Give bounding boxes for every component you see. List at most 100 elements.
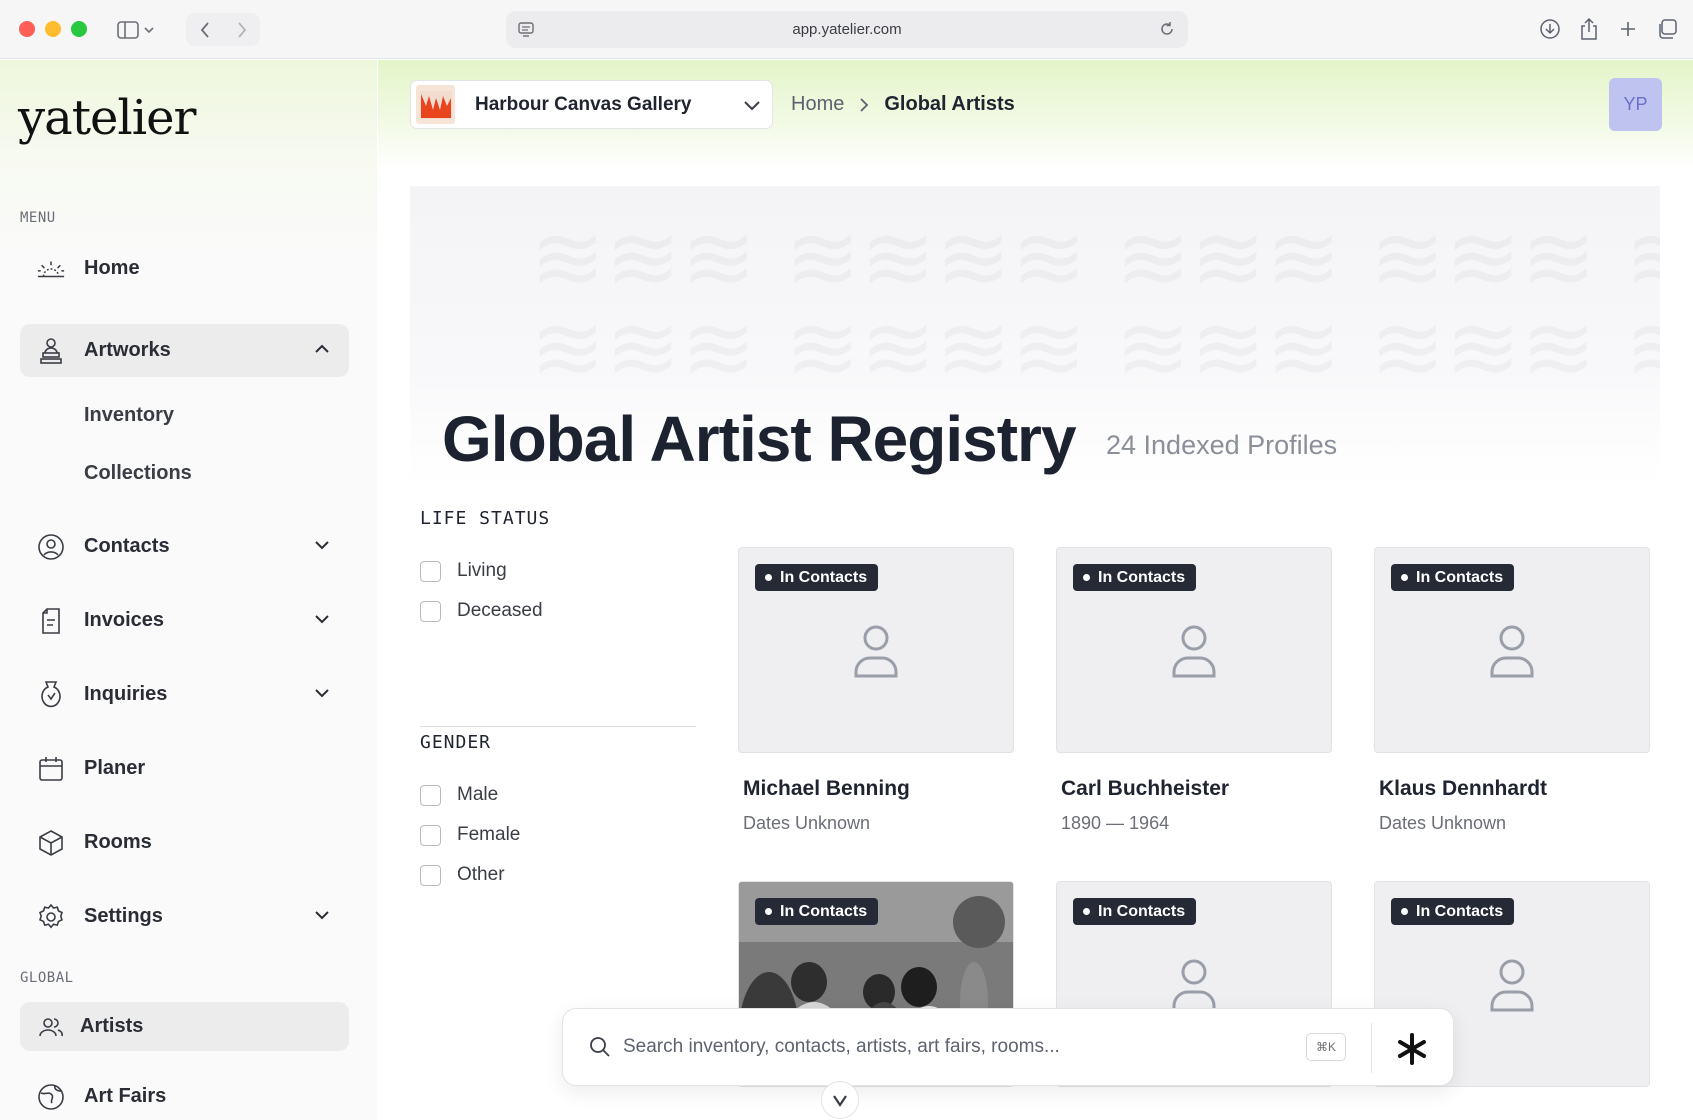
chevron-down-icon[interactable] xyxy=(313,906,331,930)
sidebar-item-artists[interactable]: Artists xyxy=(20,1002,349,1051)
bust-icon xyxy=(36,336,66,366)
sidebar-item-rooms[interactable]: Rooms xyxy=(20,816,349,869)
filter-female[interactable]: Female xyxy=(420,824,520,846)
checkbox[interactable] xyxy=(420,600,441,622)
sidebar-item-home[interactable]: Home xyxy=(20,242,349,295)
global-section-label: GLOBAL xyxy=(20,970,74,986)
sidebar-item-label: Artists xyxy=(80,1015,144,1037)
artist-name[interactable]: Carl Buchheister xyxy=(1061,777,1332,801)
chevron-down-icon[interactable] xyxy=(313,536,331,560)
minimize-window-button[interactable] xyxy=(45,21,61,37)
checkbox[interactable] xyxy=(420,864,441,886)
checkbox[interactable] xyxy=(420,824,441,846)
chevron-down-icon xyxy=(833,1095,847,1107)
sidebar-item-label: Settings xyxy=(84,905,163,927)
breadcrumb: Home Global Artists xyxy=(791,93,1015,116)
sidebar-item-label: Invoices xyxy=(84,609,165,631)
global-search-bar: ⌘K xyxy=(562,1008,1454,1086)
scroll-down-button[interactable] xyxy=(821,1081,859,1119)
filter-male[interactable]: Male xyxy=(420,784,498,806)
status-badge: In Contacts xyxy=(755,564,879,591)
checkbox-label: Living xyxy=(457,560,507,581)
chevron-down-icon[interactable] xyxy=(313,684,331,708)
artist-card[interactable]: In Contacts Carl Buchheister 1890 — 1964 xyxy=(1056,547,1332,834)
person-placeholder-icon xyxy=(1170,624,1218,683)
history-nav xyxy=(186,13,260,46)
person-placeholder-icon xyxy=(1488,624,1536,683)
gallery-selector[interactable]: Harbour Canvas Gallery xyxy=(410,80,773,129)
reload-icon[interactable] xyxy=(1158,20,1176,42)
checkbox[interactable] xyxy=(420,560,441,582)
sidebar-item-label: Planer xyxy=(84,757,146,779)
tab-overview-icon[interactable] xyxy=(1655,16,1679,42)
status-badge: In Contacts xyxy=(755,898,879,925)
sidebar-item-label: Home xyxy=(84,257,140,279)
filter-divider xyxy=(420,726,696,727)
avatar[interactable]: YP xyxy=(1609,78,1662,131)
sidebar-subitem-collections[interactable]: Collections xyxy=(84,462,192,485)
artist-name[interactable]: Klaus Dennhardt xyxy=(1379,777,1650,801)
sidebar-item-inquiries[interactable]: Inquiries xyxy=(20,668,349,721)
checkbox-label: Deceased xyxy=(457,600,543,621)
filter-living[interactable]: Living xyxy=(420,560,507,582)
address-bar[interactable]: app.yatelier.com xyxy=(506,11,1188,48)
search-input[interactable] xyxy=(623,1036,1283,1058)
sidebar-subitem-inventory[interactable]: Inventory xyxy=(84,404,174,427)
asterisk-icon xyxy=(1398,1033,1426,1065)
zoom-window-button[interactable] xyxy=(71,21,87,37)
filter-life-status-title: LIFE STATUS xyxy=(420,508,551,529)
app-logo[interactable]: yatelier xyxy=(18,90,196,146)
sidebar-item-contacts[interactable]: Contacts xyxy=(20,520,349,573)
sidebar-item-invoices[interactable]: Invoices xyxy=(20,594,349,647)
checkbox-label: Female xyxy=(457,824,521,845)
download-icon[interactable] xyxy=(1538,16,1562,42)
sunrise-icon xyxy=(36,254,66,284)
artist-dates: Dates Unknown xyxy=(1379,813,1507,833)
gallery-name: Harbour Canvas Gallery xyxy=(475,93,692,115)
cube-icon xyxy=(36,828,66,858)
sidebar-item-artworks[interactable]: Artworks xyxy=(20,324,349,377)
sidebar-item-art-fairs[interactable]: Art Fairs xyxy=(20,1070,349,1120)
artist-card[interactable]: In Contacts Michael Benning Dates Unknow… xyxy=(738,547,1014,834)
close-window-button[interactable] xyxy=(19,21,35,37)
status-badge: In Contacts xyxy=(1073,898,1197,925)
checkbox-label: Male xyxy=(457,784,499,805)
sidebar-item-settings[interactable]: Settings xyxy=(20,890,349,943)
back-icon[interactable] xyxy=(186,13,223,46)
search-divider xyxy=(1371,1023,1372,1073)
sidebar-item-planer[interactable]: Planer xyxy=(20,742,349,795)
status-badge: In Contacts xyxy=(1391,898,1515,925)
profile-count: 24 Indexed Profiles xyxy=(1106,430,1338,460)
person-placeholder-icon xyxy=(1488,958,1536,1017)
page-title: Global Artist Registry xyxy=(442,403,1077,475)
chevron-down-icon[interactable] xyxy=(313,610,331,634)
users-icon xyxy=(36,1012,66,1042)
gear-icon xyxy=(36,902,66,932)
filter-deceased[interactable]: Deceased xyxy=(420,600,543,622)
sidebar-toggle-icon[interactable] xyxy=(112,14,162,45)
search-icon xyxy=(589,1036,611,1058)
checkbox[interactable] xyxy=(420,784,441,806)
filter-other[interactable]: Other xyxy=(420,864,505,886)
browser-toolbar: app.yatelier.com xyxy=(0,0,1693,59)
new-tab-icon[interactable] xyxy=(1616,16,1640,42)
menu-section-label: MENU xyxy=(20,210,56,226)
forward-icon[interactable] xyxy=(223,13,260,46)
chevron-up-icon[interactable] xyxy=(313,340,331,364)
checkbox-label: Other xyxy=(457,864,505,885)
ai-assistant-button[interactable] xyxy=(1389,1026,1435,1072)
share-icon[interactable] xyxy=(1577,16,1601,42)
url-text: app.yatelier.com xyxy=(792,21,902,38)
artist-name[interactable]: Michael Benning xyxy=(743,777,1014,801)
artist-card[interactable]: In Contacts Klaus Dennhardt Dates Unknow… xyxy=(1374,547,1650,834)
vase-icon xyxy=(36,680,66,710)
status-badge: In Contacts xyxy=(1073,564,1197,591)
artist-thumbnail: In Contacts xyxy=(738,547,1014,753)
page-icon xyxy=(517,20,535,42)
breadcrumb-home[interactable]: Home xyxy=(791,93,844,116)
sidebar-item-label: Inquiries xyxy=(84,683,168,705)
user-circle-icon xyxy=(36,532,66,562)
artist-thumbnail: In Contacts xyxy=(1374,547,1650,753)
sidebar-item-label: Art Fairs xyxy=(84,1085,167,1107)
sidebar: yatelier MENU Home Artworks Inventory Co… xyxy=(0,60,377,1120)
